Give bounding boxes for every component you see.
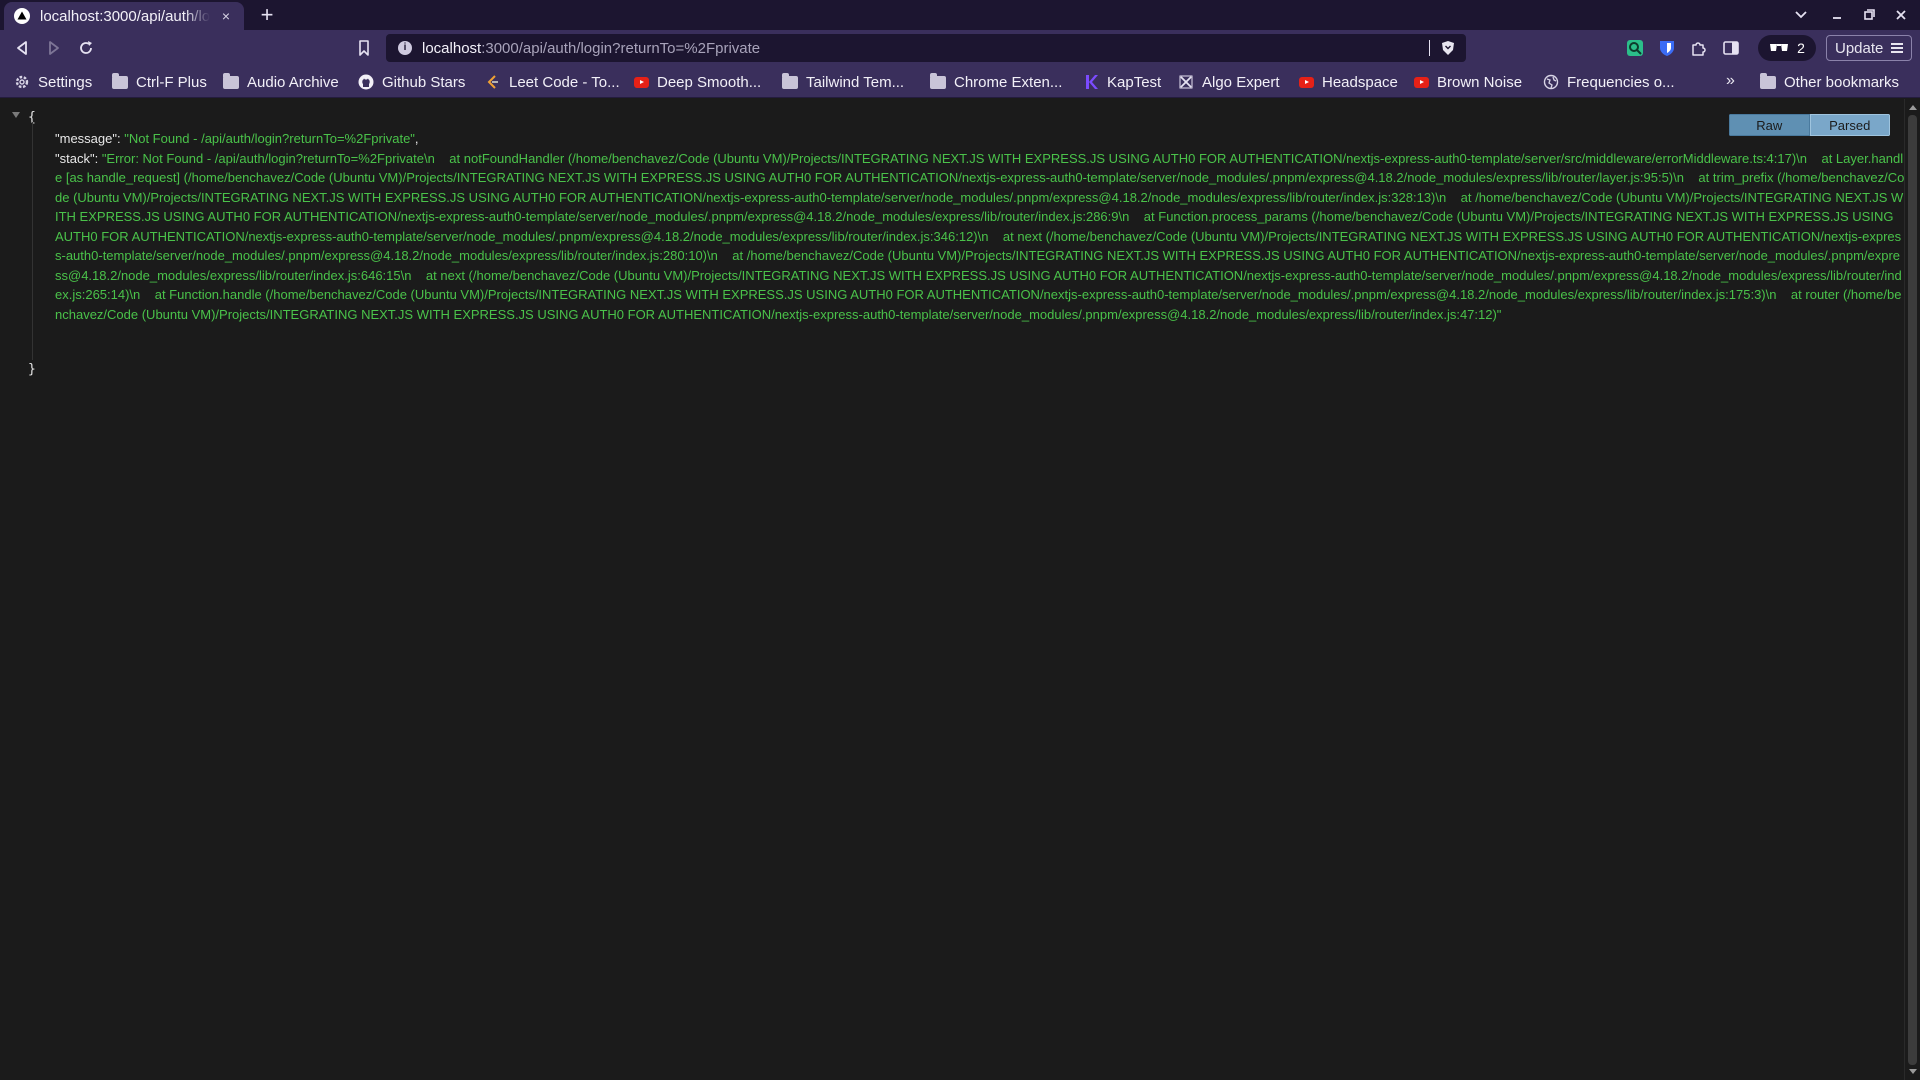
vercel-triangle-icon [14, 8, 30, 24]
bookmark-tailwind[interactable]: Tailwind Tem... [782, 72, 904, 92]
github-icon [358, 74, 374, 90]
youtube-icon [1414, 76, 1429, 88]
bookmark-label: Brown Noise [1437, 73, 1523, 91]
update-label: Update [1835, 39, 1884, 57]
collapse-triangle-icon[interactable] [12, 112, 20, 118]
bookmark-kaptest[interactable]: KapTest [1083, 72, 1161, 92]
forward-icon[interactable] [44, 38, 64, 58]
bookmark-label: Settings [38, 73, 93, 91]
bitwarden-shield-icon[interactable] [1658, 39, 1676, 57]
reload-icon[interactable] [76, 38, 96, 58]
bookmark-headspace[interactable]: Headspace [1299, 72, 1398, 92]
folder-icon [930, 72, 946, 89]
leetcode-icon [487, 75, 498, 89]
tab-title: localhost:3000/api/auth/login?returnTo=%… [40, 7, 210, 25]
reader-count: 2 [1797, 40, 1805, 56]
brave-shield-icon[interactable] [1440, 40, 1456, 56]
bookmark-label: Ctrl-F Plus [136, 73, 207, 91]
bookmark-label: Chrome Exten... [954, 73, 1063, 91]
bookmark-label: Algo Expert [1202, 73, 1280, 91]
bookmark-label: Headspace [1322, 73, 1398, 91]
json-value-message: "Not Found - /api/auth/login?returnTo=%2… [124, 131, 415, 146]
kaptest-icon [1086, 75, 1098, 89]
close-window-icon[interactable] [1888, 4, 1914, 26]
menu-hamburger-icon[interactable] [1891, 43, 1903, 53]
bookmark-brown-noise[interactable]: Brown Noise [1414, 72, 1522, 92]
folder-icon [1760, 72, 1776, 89]
json-message-line: "message": "Not Found - /api/auth/login?… [55, 131, 419, 146]
bookmark-leet-code[interactable]: Leet Code - To... [485, 72, 620, 92]
bookmark-audio-archive[interactable]: Audio Archive [223, 72, 339, 92]
gear-icon [15, 75, 29, 89]
extension-grammar-icon[interactable] [1626, 39, 1644, 57]
more-bookmarks-chevron-icon[interactable]: » [1726, 72, 1735, 90]
bookmark-label: Frequencies o... [1567, 73, 1675, 91]
folder-icon [112, 72, 128, 89]
bookmark-github-stars[interactable]: Github Stars [358, 72, 465, 92]
bookmark-label: KapTest [1107, 73, 1162, 91]
update-button[interactable]: Update [1826, 35, 1912, 61]
new-tab-button[interactable]: + [256, 4, 278, 27]
algoexpert-icon [1179, 75, 1193, 89]
address-divider [1429, 40, 1430, 56]
tab-strip: localhost:3000/api/auth/login?returnTo=%… [0, 0, 1920, 30]
bookmark-label: Other bookmarks [1784, 73, 1900, 91]
bookmark-deep-smooth[interactable]: Deep Smooth... [634, 72, 761, 92]
tab-close-icon[interactable]: × [218, 8, 234, 24]
bookmark-label: Github Stars [382, 73, 466, 91]
json-value-stack: "Error: Not Found - /api/auth/login?retu… [55, 150, 1905, 322]
extensions-puzzle-icon[interactable] [1690, 39, 1708, 57]
scroll-down-arrow-icon[interactable] [1909, 1069, 1917, 1074]
json-key-stack: "stack" [55, 150, 95, 166]
bookmark-page-icon[interactable] [354, 38, 374, 58]
tab-search-chevron-icon[interactable] [1788, 4, 1814, 26]
minimize-icon[interactable] [1824, 4, 1850, 26]
indent-guide [32, 122, 33, 360]
bookmark-other[interactable]: Other bookmarks [1760, 72, 1899, 92]
globe-icon [1543, 74, 1559, 90]
bookmark-frequencies[interactable]: Frequencies o... [1543, 72, 1675, 92]
address-url: localhost:3000/api/auth/login?returnTo=%… [422, 40, 760, 57]
youtube-icon [634, 76, 649, 88]
bookmark-settings[interactable]: Settings [14, 72, 92, 92]
bookmark-ctrl-f-plus[interactable]: Ctrl-F Plus [112, 72, 207, 92]
address-host: localhost [422, 39, 482, 57]
restore-icon[interactable] [1856, 4, 1882, 26]
json-close-brace: } [28, 362, 36, 377]
glasses-icon [1770, 44, 1789, 51]
json-body: "message": "Not Found - /api/auth/login?… [55, 129, 1905, 324]
bookmark-chrome-extensions[interactable]: Chrome Exten... [930, 72, 1062, 92]
bookmark-label: Tailwind Tem... [806, 73, 905, 91]
bookmarks-bar: Settings Ctrl-F Plus Audio Archive Githu… [0, 66, 1920, 98]
bookmark-label: Audio Archive [247, 73, 339, 91]
tab-active[interactable]: localhost:3000/api/auth/login?returnTo=%… [4, 2, 244, 30]
vertical-scrollbar[interactable] [1904, 99, 1920, 1080]
back-icon[interactable] [12, 38, 32, 58]
browser-toolbar: i localhost:3000/api/auth/login?returnTo… [0, 30, 1920, 66]
scrollbar-thumb[interactable] [1908, 115, 1917, 1065]
bookmark-label: Leet Code - To... [509, 73, 620, 91]
site-info-icon[interactable]: i [398, 41, 412, 55]
youtube-icon [1299, 76, 1314, 88]
scroll-up-arrow-icon[interactable] [1909, 105, 1917, 110]
bookmark-algo-expert[interactable]: Algo Expert [1178, 72, 1280, 92]
folder-icon [782, 72, 798, 89]
folder-icon [223, 72, 239, 89]
json-stack-line: "stack": "Error: Not Found - /api/auth/l… [55, 150, 1905, 322]
reader-pill[interactable]: 2 [1758, 35, 1816, 61]
sidebar-toggle-icon[interactable] [1722, 39, 1740, 57]
json-key-message: "message" [55, 131, 117, 146]
address-bar[interactable]: i localhost:3000/api/auth/login?returnTo… [386, 34, 1466, 62]
bookmark-label: Deep Smooth... [657, 73, 762, 91]
address-path: :3000/api/auth/login?returnTo=%2Fprivate [481, 39, 761, 57]
